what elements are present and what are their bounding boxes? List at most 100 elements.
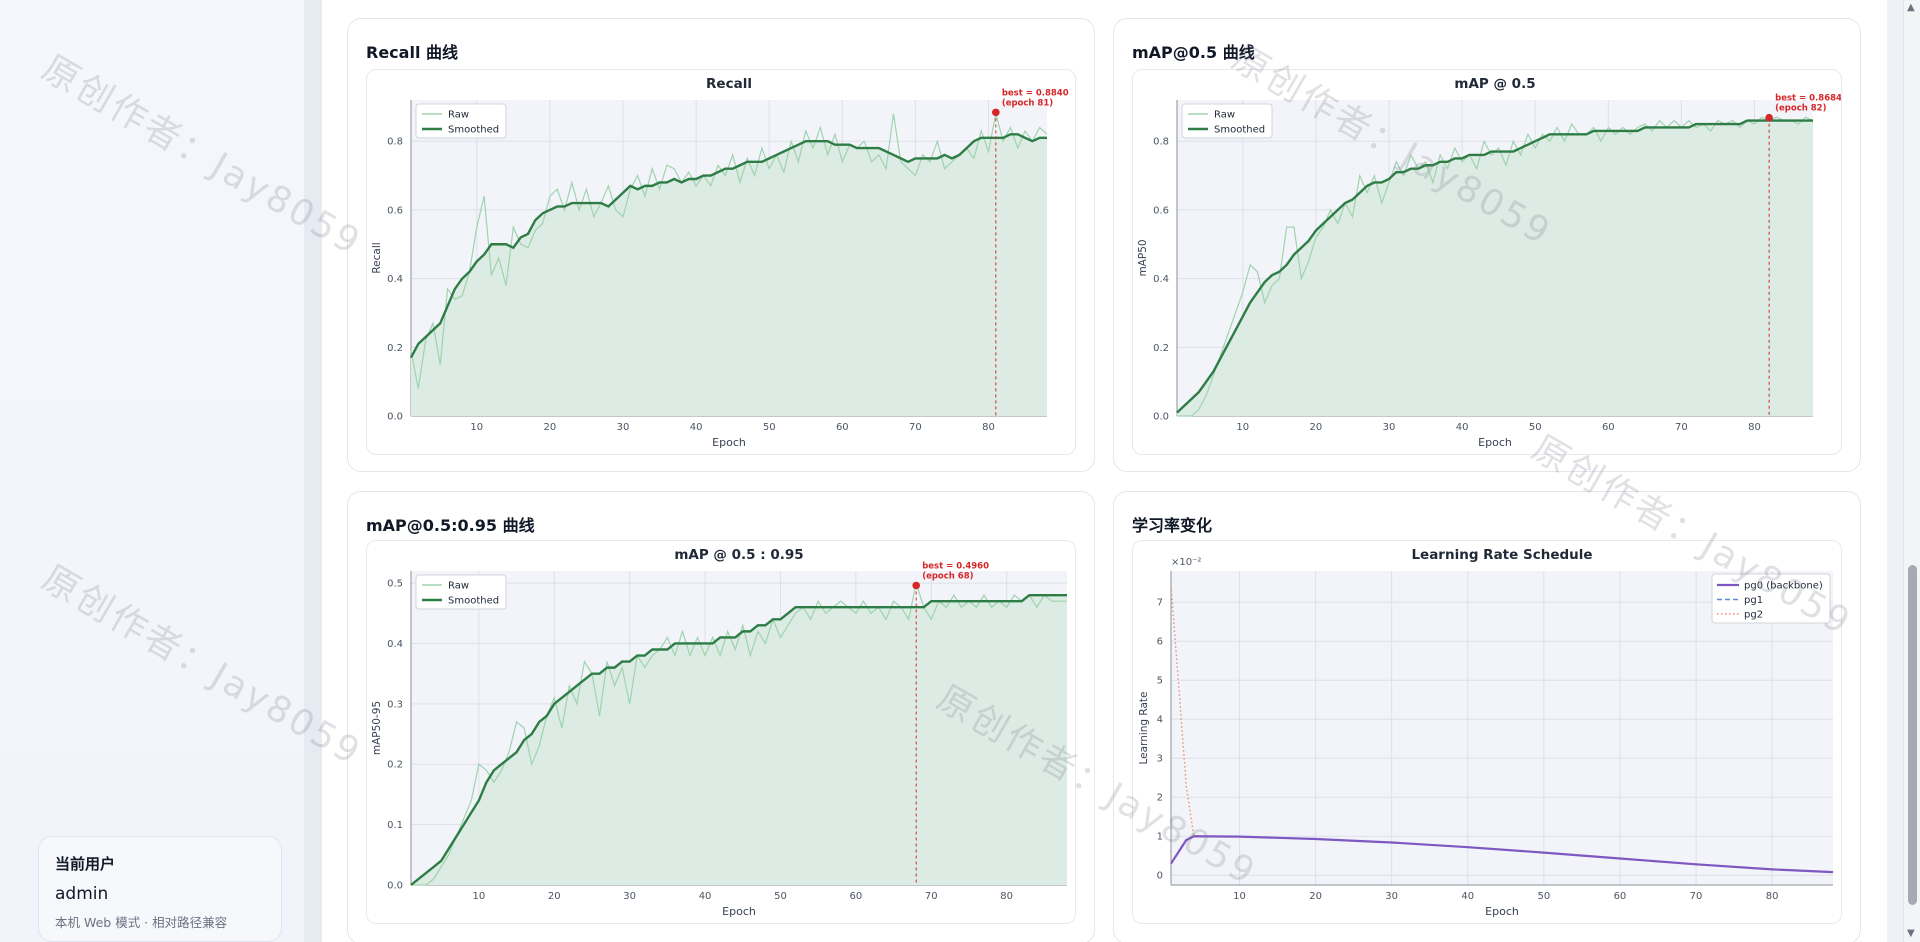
legend-smoothed-label: Smoothed [448,125,499,136]
legend-smoothed-label: Smoothed [448,596,499,607]
x-tick-label: 50 [763,422,776,433]
x-tick-label: 30 [1385,891,1398,902]
y-tick-label: 0.4 [387,639,403,650]
lr-chart: 10 20 30 40 50 60 70 80 0 1 2 3 4 5 6 7 Learning Rate Sc… [1138,547,1834,918]
legend-label-0: pg0 (backbone) [1744,581,1823,592]
y-tick-label: 0.0 [1153,412,1169,423]
legend-raw-label: Raw [448,581,469,592]
best-point [1765,113,1773,122]
map50-chart: 10 20 30 40 50 60 70 80 0.0 0.2 0.4 0.6 0.8 mAP @ 0.5… [1137,76,1841,449]
y-tick-label: 0.1 [387,820,403,831]
y-tick-label: 0.5 [387,579,403,590]
x-tick-label: 40 [699,891,712,902]
y-tick-label: 3 [1157,754,1163,765]
main-content: Recall 曲线 10 20 30 40 50 60 70 80 0.0 0.2 0.4 0.6 0.… [322,0,1887,942]
recall-plot-frame: 10 20 30 40 50 60 70 80 0.0 0.2 0.4 0.6 0.8 Recall Epo… [366,69,1076,455]
x-tick-label: 40 [1456,422,1469,433]
map5095-card: mAP@0.5:0.95 曲线 10 20 30 40 50 60 70 80 0.0 0.1 0.… [347,491,1095,942]
map50-card-title: mAP@0.5 曲线 [1132,43,1255,62]
x-tick-label: 30 [1383,422,1396,433]
map50-card: mAP@0.5 曲线 10 20 30 40 50 60 70 80 0.0 0.2 0.4 0.6 0… [1113,18,1861,472]
y-tick-label: 0.0 [387,412,403,423]
y-tick-label: 0.2 [387,343,403,354]
map5095-card-title: mAP@0.5:0.95 曲线 [366,516,535,535]
chart-title: mAP @ 0.5 [1454,76,1535,92]
current-user-card: 当前用户 admin 本机 Web 模式 · 相对路径兼容 [38,836,282,942]
x-tick-label: 70 [1690,891,1703,902]
x-tick-label: 70 [925,891,938,902]
y-scale-note: ×10⁻² [1171,557,1201,568]
y-tick-label: 0.0 [387,881,403,892]
x-tick-label: 30 [617,422,630,433]
y-tick-label: 2 [1157,793,1163,804]
y-tick-label: 0.2 [387,760,403,771]
x-tick-label: 60 [1602,422,1615,433]
x-tick-label: 30 [623,891,636,902]
recall-card: Recall 曲线 10 20 30 40 50 60 70 80 0.0 0.2 0.4 0.6 0.… [347,18,1095,472]
best-point [992,108,1000,117]
x-axis-label: Epoch [1478,436,1512,449]
y-axis-label: Recall [371,242,383,273]
best-label: best = 0.8840 [1002,88,1069,98]
y-tick-label: 5 [1157,676,1163,687]
y-tick-label: 0.4 [387,274,403,285]
current-user-title: 当前用户 [55,855,116,873]
legend-smoothed-label: Smoothed [1214,125,1265,136]
x-tick-label: 10 [1233,891,1246,902]
x-axis-label: Epoch [712,436,746,449]
y-tick-label: 0.6 [387,205,403,216]
y-tick-label: 0 [1157,871,1163,882]
map5095-chart: 10 20 30 40 50 60 70 80 0.0 0.1 0.2 0.3 0.4 0.5 mAP @ … [371,547,1067,918]
page-scrollbar[interactable]: ▲ ▼ [1903,0,1920,942]
recall-card-title: Recall 曲线 [366,43,458,62]
y-tick-label: 0.8 [387,137,403,148]
x-tick-label: 70 [909,422,922,433]
x-tick-label: 10 [1236,422,1249,433]
x-tick-label: 80 [1766,891,1779,902]
best-point [912,581,920,590]
y-axis-label: mAP50 [1137,239,1149,276]
y-tick-label: 0.4 [1153,274,1169,285]
lr-plot-frame: 10 20 30 40 50 60 70 80 0 1 2 3 4 5 6 7 Learning Rate Sc… [1132,540,1842,924]
x-axis-label: Epoch [1485,905,1519,918]
legend-raw-label: Raw [1214,110,1235,121]
chart-title: mAP @ 0.5 : 0.95 [674,547,803,563]
x-tick-label: 60 [1614,891,1627,902]
recall-chart: 10 20 30 40 50 60 70 80 0.0 0.2 0.4 0.6 0.8 Recall Epo… [371,76,1069,449]
chart-title: Learning Rate Schedule [1411,547,1592,563]
x-tick-label: 10 [472,891,485,902]
x-tick-label: 80 [1748,422,1761,433]
legend-label-1: pg1 [1744,595,1763,606]
best-epoch-label: (epoch 82) [1775,104,1826,114]
y-tick-label: 1 [1157,832,1163,843]
y-tick-label: 0.8 [1153,137,1169,148]
x-tick-label: 20 [1310,422,1323,433]
chart-title: Recall [706,76,752,92]
x-tick-label: 60 [850,891,863,902]
scrollbar-thumb[interactable] [1908,565,1917,905]
sidebar-gutter [304,0,322,942]
y-tick-label: 7 [1157,598,1163,609]
current-user-mode: 本机 Web 模式 · 相对路径兼容 [55,915,228,930]
legend-label-2: pg2 [1744,610,1763,621]
scroll-down-arrow-icon[interactable]: ▼ [1907,928,1915,939]
scroll-up-arrow-icon[interactable]: ▲ [1907,2,1915,13]
x-tick-label: 50 [1537,891,1550,902]
x-tick-label: 60 [836,422,849,433]
x-tick-label: 80 [982,422,995,433]
x-tick-label: 50 [774,891,787,902]
x-tick-label: 20 [1309,891,1322,902]
y-tick-label: 4 [1157,715,1163,726]
y-axis-label: mAP50-95 [371,701,383,755]
y-axis-label: Learning Rate [1138,692,1150,765]
map50-plot-frame: 10 20 30 40 50 60 70 80 0.0 0.2 0.4 0.6 0.8 mAP @ 0.5… [1132,69,1842,455]
y-tick-label: 0.3 [387,699,403,710]
x-tick-label: 20 [548,891,561,902]
current-user-name: admin [55,884,109,904]
best-label: best = 0.8684 [1775,94,1841,104]
y-tick-label: 6 [1157,637,1163,648]
legend-raw-label: Raw [448,110,469,121]
x-tick-label: 20 [544,422,557,433]
x-tick-label: 50 [1529,422,1542,433]
x-tick-label: 10 [470,422,483,433]
